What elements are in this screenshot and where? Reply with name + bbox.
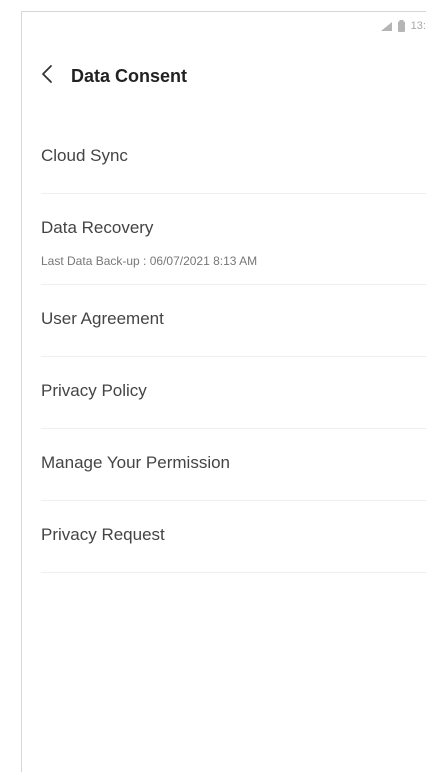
page-title: Data Consent [71,66,188,86]
battery-icon [397,20,405,32]
status-bar: 13:0 [380,12,426,40]
list-item-label: Manage Your Permission [41,453,231,472]
list-item-user-agreement[interactable]: User Agreement [41,285,426,357]
list-item-label: User Agreement [41,309,164,328]
status-time: 13:0 [410,20,426,32]
list-item-label: Privacy Request [41,525,165,544]
settings-list: Cloud Sync Data Recovery Last Data Back-… [41,122,426,573]
list-item-data-recovery[interactable]: Data Recovery Last Data Back-up : 06/07/… [41,194,426,285]
signal-icon [380,21,392,31]
list-item-privacy-request[interactable]: Privacy Request [41,501,426,573]
back-chevron-icon [41,64,53,89]
back-button[interactable] [36,64,58,88]
list-item-manage-permission[interactable]: Manage Your Permission [41,429,426,501]
list-item-privacy-policy[interactable]: Privacy Policy [41,357,426,429]
list-item-label: Cloud Sync [41,146,128,165]
list-item-label: Data Recovery [41,218,154,237]
list-item-cloud-sync[interactable]: Cloud Sync [41,122,426,194]
last-backup-text: Last Data Back-up : 06/07/2021 8:13 AM [41,254,258,268]
app-screen: 13:0 Data Consent Cloud Sync Data Recove… [21,11,426,772]
list-item-label: Privacy Policy [41,381,147,400]
